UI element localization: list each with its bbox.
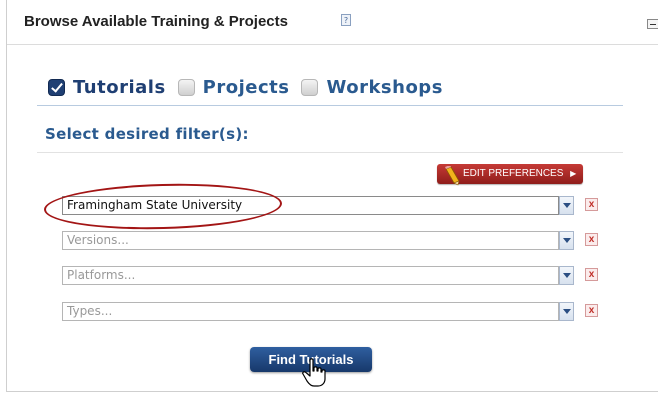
panel-header: Browse Available Training & Projects ? bbox=[7, 0, 658, 45]
play-arrow-icon: ▶ bbox=[570, 169, 577, 178]
clear-icon[interactable]: x bbox=[585, 198, 598, 211]
tutorials-checkbox[interactable] bbox=[48, 78, 65, 96]
edit-preferences-label: EDIT PREFERENCES bbox=[463, 168, 564, 179]
tab-tutorials-label: Tutorials bbox=[73, 76, 166, 98]
versions-select[interactable]: Versions... bbox=[62, 231, 559, 250]
chevron-down-icon[interactable] bbox=[559, 302, 574, 321]
content-type-tabs: Tutorials Projects Workshops bbox=[48, 76, 455, 98]
filter-heading: Select desired filter(s): bbox=[45, 125, 249, 143]
pencil-icon bbox=[445, 166, 460, 186]
types-select[interactable]: Types... bbox=[62, 302, 559, 321]
tab-workshops[interactable]: Workshops bbox=[301, 77, 442, 98]
tab-tutorials[interactable]: Tutorials bbox=[48, 77, 166, 98]
clear-icon[interactable]: x bbox=[585, 268, 598, 281]
chevron-down-icon[interactable] bbox=[559, 196, 574, 215]
filter-row-types: Types... x bbox=[62, 302, 598, 321]
tab-projects-label: Projects bbox=[202, 76, 290, 98]
panel-title: Browse Available Training & Projects bbox=[24, 13, 288, 30]
platforms-select[interactable]: Platforms... bbox=[62, 266, 559, 285]
tab-projects[interactable]: Projects bbox=[177, 76, 290, 98]
clear-icon[interactable]: x bbox=[585, 304, 598, 317]
edit-preferences-button[interactable]: EDIT PREFERENCES ▶ bbox=[437, 164, 583, 186]
clear-icon[interactable]: x bbox=[585, 233, 598, 246]
chevron-down-icon[interactable] bbox=[559, 266, 574, 285]
workshops-checkbox[interactable] bbox=[301, 78, 319, 96]
filter-divider bbox=[37, 152, 623, 153]
projects-checkbox[interactable] bbox=[177, 78, 195, 96]
tab-workshops-label: Workshops bbox=[326, 76, 443, 98]
filter-row-platforms: Platforms... x bbox=[62, 266, 598, 285]
hand-cursor-icon bbox=[302, 358, 326, 387]
help-icon[interactable]: ? bbox=[341, 14, 351, 26]
tabs-divider bbox=[37, 105, 623, 106]
filter-row-versions: Versions... x bbox=[62, 231, 598, 250]
chevron-down-icon[interactable] bbox=[559, 231, 574, 250]
collapse-icon[interactable] bbox=[647, 19, 658, 29]
